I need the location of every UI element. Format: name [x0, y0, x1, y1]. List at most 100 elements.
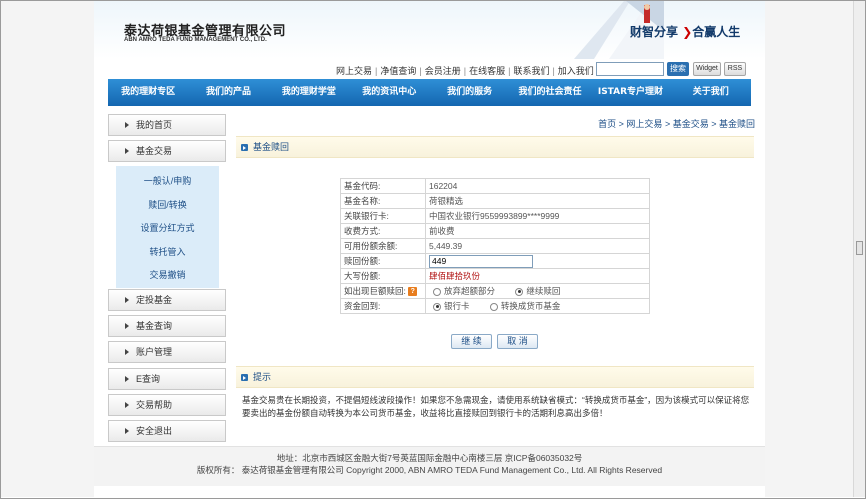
sidemenu-label: 基金交易	[136, 146, 173, 156]
toplink-online-trade[interactable]: 网上交易	[336, 66, 372, 76]
sidemenu-item-auto-invest[interactable]: 定投基金	[108, 289, 226, 311]
triangle-right-icon	[125, 428, 129, 434]
nav-item-news[interactable]: 我的资讯中心	[349, 79, 429, 106]
radio-label: 放弃超额部分	[444, 286, 496, 296]
radio-abandon-excess[interactable]	[433, 287, 441, 296]
section-header-redeem: 基金赎回	[236, 136, 754, 158]
table-row: 大写份额: 肆佰肆拾玖份	[340, 268, 650, 284]
section-title: 基金赎回	[253, 142, 290, 152]
table-row: 关联银行卡: 中国农业银行9559993899****9999	[340, 208, 650, 224]
top-links-bar: 网上交易 | 净值查询 | 会员注册 | 在线客服 | 联系我们 | 加入我们 搜索 Widget …	[94, 61, 765, 79]
slogan-left: 财智分享	[630, 25, 679, 39]
table-row: 资金回到: 银行卡 转换成货币基金	[340, 298, 650, 314]
tip-text: 基金交易贵在长期投资，不提倡短线波段操作！如果您不急需现金，请使用系统缺省模式：…	[242, 395, 750, 418]
triangle-right-icon	[125, 376, 129, 382]
field-label: 基金代码:	[340, 178, 426, 194]
radio-continue-redeem[interactable]	[515, 287, 524, 296]
logo-en: ABN AMRO TEDA FUND MANAGEMENT CO., LTD.	[124, 37, 267, 43]
widget-button[interactable]: Widget	[693, 62, 721, 76]
breadcrumb: 首页 > 网上交易 > 基金交易 > 基金赎回	[598, 119, 755, 129]
sidemenu-item-account[interactable]: 账户管理	[108, 341, 226, 363]
uppercase-amount: 肆佰肆拾玖份	[425, 268, 650, 284]
sidemenu-item-logout[interactable]: 安全退出	[108, 420, 226, 442]
radio-option[interactable]: 放弃超额部分	[433, 286, 495, 296]
sidemenu-label: 安全退出	[136, 426, 173, 436]
nav-item-my-finance[interactable]: 我的理财专区	[108, 79, 188, 106]
sidemenu-label: 交易帮助	[136, 400, 173, 410]
table-row: 如出现巨额赎回: ? 放弃超额部分 继续赎回	[340, 283, 650, 299]
field-label: 关联银行卡:	[340, 208, 426, 224]
radio-option[interactable]: 银行卡	[433, 301, 470, 311]
sidemenu-label: E查询	[136, 374, 161, 384]
triangle-right-icon	[125, 323, 129, 329]
sidemenu-item-fund-trade[interactable]: 基金交易	[108, 140, 226, 162]
footer-address: 地址：北京市西城区金融大街7号英蓝国际金融中心南楼三层 京ICP备0603503…	[276, 453, 583, 463]
field-label: 如出现巨额赎回:	[344, 286, 406, 296]
nav-item-istar[interactable]: ISTAR专户理财	[590, 79, 670, 106]
field-label: 大写份额:	[340, 268, 426, 284]
field-label: 收费方式:	[340, 223, 426, 239]
search-input[interactable]	[596, 62, 664, 76]
field-value: 中国农业银行9559993899****9999	[425, 208, 650, 224]
field-label: 可用份额余额:	[340, 238, 426, 254]
nav-item-about[interactable]: 关于我们	[671, 79, 751, 106]
toplink-join[interactable]: 加入我们	[558, 66, 594, 76]
arrow-bullet-icon	[241, 374, 248, 381]
nav-item-school[interactable]: 我的理财学堂	[269, 79, 349, 106]
rss-button[interactable]: RSS	[724, 62, 746, 76]
scrollbar-thumb[interactable]	[856, 241, 863, 255]
arrow-bullet-icon	[241, 144, 248, 151]
sidemenu-item-help[interactable]: 交易帮助	[108, 394, 226, 416]
radio-label: 银行卡	[444, 301, 470, 311]
footer-copyright: 版权所有： 泰达荷银基金管理有限公司 Copyright 2000, ABN A…	[196, 465, 663, 475]
search-button[interactable]: 搜索	[667, 62, 689, 76]
breadcrumb-online-trade[interactable]: 网上交易	[626, 119, 662, 129]
toplink-nav-query[interactable]: 净值查询	[380, 66, 416, 76]
triangle-right-icon	[125, 349, 129, 355]
sidemenu-item-e-query[interactable]: E查询	[108, 368, 226, 390]
page-margin-right	[765, 1, 853, 497]
breadcrumb-fund-trade[interactable]: 基金交易	[673, 119, 709, 129]
radio-money-fund[interactable]	[489, 302, 498, 311]
radio-bank-card[interactable]	[433, 302, 441, 311]
submenu-item-subscribe[interactable]: 一般认/申购	[116, 174, 219, 187]
sidemenu-item-fund-query[interactable]: 基金查询	[108, 315, 226, 337]
radio-option[interactable]: 继续赎回	[515, 286, 560, 296]
triangle-right-icon	[125, 148, 129, 154]
main-nav: 我的理财专区 我们的产品 我的理财学堂 我的资讯中心 我们的服务 我们的社会责任…	[108, 79, 751, 106]
triangle-right-icon	[125, 402, 129, 408]
site-header: 泰达荷银基金管理有限公司 ABN AMRO TEDA FUND MANAGEME…	[94, 1, 765, 59]
vertical-scrollbar[interactable]	[853, 1, 865, 497]
sidemenu-label: 定投基金	[136, 295, 173, 305]
nav-item-products[interactable]: 我们的产品	[188, 79, 268, 106]
sidemenu-item-home[interactable]: 我的首页	[108, 114, 226, 136]
table-row: 基金名称: 荷银精选	[340, 193, 650, 209]
redeem-amount-input[interactable]: 449	[429, 254, 533, 268]
toplink-register[interactable]: 会员注册	[425, 66, 461, 76]
submenu-item-cancel-trade[interactable]: 交易撤销	[116, 268, 219, 281]
nav-item-social[interactable]: 我们的社会责任	[510, 79, 590, 106]
radio-option[interactable]: 转换成货币基金	[489, 301, 561, 311]
field-value: 162204	[425, 178, 650, 194]
cancel-button[interactable]: 取 消	[497, 334, 538, 349]
toplink-online-service[interactable]: 在线客服	[469, 66, 505, 76]
triangle-right-icon	[125, 122, 129, 128]
field-value: 5,449.39	[425, 238, 650, 254]
field-label: 赎回份额:	[340, 253, 426, 269]
nav-item-services[interactable]: 我们的服务	[430, 79, 510, 106]
submenu-item-redeem-convert[interactable]: 赎回/转换	[116, 198, 219, 211]
field-label: 基金名称:	[340, 193, 426, 209]
redeem-form-table: 基金代码: 162204 基金名称: 荷银精选 关联银行卡: 中国农业银行955…	[340, 178, 650, 314]
radio-label: 转换成货币基金	[500, 301, 561, 311]
toplink-contact[interactable]: 联系我们	[513, 66, 549, 76]
field-value: 荷银精选	[425, 193, 650, 209]
triangle-right-icon	[125, 297, 129, 303]
field-label: 资金回到:	[340, 298, 426, 314]
submenu-item-transfer-in[interactable]: 转托管入	[116, 245, 219, 258]
continue-button[interactable]: 继 续	[451, 334, 492, 349]
top-links: 网上交易 | 净值查询 | 会员注册 | 在线客服 | 联系我们 | 加入我们	[336, 66, 594, 76]
submenu-item-dividend[interactable]: 设置分红方式	[116, 221, 219, 234]
page-margin-left	[1, 1, 94, 497]
help-icon[interactable]: ?	[408, 287, 418, 297]
breadcrumb-home[interactable]: 首页	[598, 119, 616, 129]
